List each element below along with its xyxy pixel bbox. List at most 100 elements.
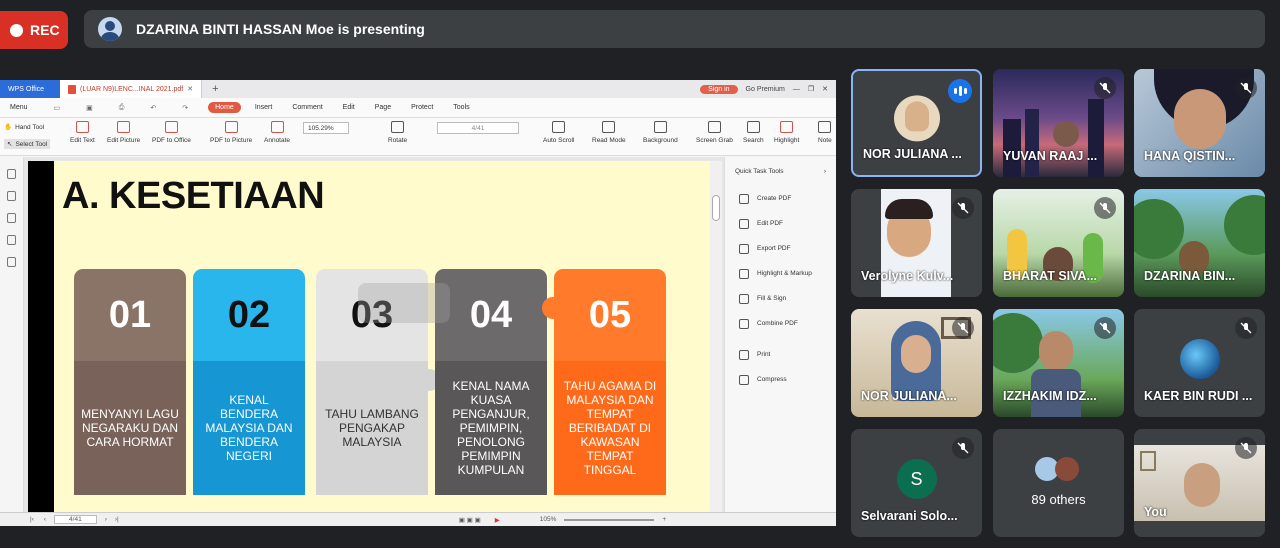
scrollbar-thumb[interactable] xyxy=(712,195,720,221)
hand-tool-button[interactable]: ✋ Hand Tool xyxy=(4,123,44,132)
participant-tile[interactable]: BHARAT SIVA... xyxy=(993,189,1124,297)
screen-grab-button[interactable]: Screen Grab xyxy=(696,121,733,144)
presenter-avatar xyxy=(98,17,122,41)
participant-tile[interactable]: S Selvarani Solo... xyxy=(851,429,982,537)
open-icon[interactable]: ▭ xyxy=(44,104,71,112)
play-icon[interactable]: ▶ xyxy=(495,516,500,524)
presenting-banner: DZARINA BINTI HASSAN Moe is presenting xyxy=(84,10,1265,48)
sign-in-button[interactable]: Sign in xyxy=(700,84,738,94)
participant-tile[interactable]: Verolyne Kulv... xyxy=(851,189,982,297)
zoom-input[interactable]: 105.29% xyxy=(303,122,349,134)
document-area: A. KESETIAAN 01 MENYANYI LAGU NEGARAKU D… xyxy=(0,157,836,512)
close-window-icon[interactable]: ✕ xyxy=(822,85,828,93)
read-mode-button[interactable]: Read Mode xyxy=(592,121,626,144)
pdf-to-picture-icon xyxy=(224,121,238,133)
participant-tile[interactable]: NOR JULIANA ... xyxy=(851,69,982,177)
pdf-to-office-label: PDF to Office xyxy=(152,137,191,144)
building-shape xyxy=(1025,109,1039,177)
recording-indicator[interactable]: REC xyxy=(0,11,68,49)
background-button[interactable]: Background xyxy=(643,121,678,144)
wall-frame xyxy=(1140,451,1156,471)
first-page-icon[interactable]: |‹ xyxy=(30,516,34,523)
annotation-icon[interactable] xyxy=(7,235,16,245)
highlight-markup-item[interactable]: Highlight & Markup xyxy=(725,261,836,286)
menu-protect[interactable]: Protect xyxy=(401,104,443,111)
participant-tile[interactable]: YUVAN RAAJ ... xyxy=(993,69,1124,177)
vertical-scrollbar[interactable] xyxy=(710,161,722,512)
edit-pdf-item[interactable]: Edit PDF xyxy=(725,211,836,236)
export-pdf-icon xyxy=(739,243,749,254)
auto-scroll-icon xyxy=(552,121,566,133)
document-tab[interactable]: (LUAR N9)LENC...INAL 2021.pdf ✕ xyxy=(60,80,203,98)
layers-icon[interactable] xyxy=(7,257,16,267)
close-tab-icon[interactable]: ✕ xyxy=(187,85,193,93)
last-page-icon[interactable]: ›| xyxy=(115,516,119,523)
collapse-panel-icon[interactable]: › xyxy=(824,168,826,175)
zoom-in-icon[interactable]: + xyxy=(662,516,666,523)
go-premium-button[interactable]: Go Premium xyxy=(746,86,785,93)
view-mode-icons[interactable]: ▣ ▣ ▣ xyxy=(459,516,481,524)
menu-home[interactable]: Home xyxy=(208,102,241,113)
select-tool-button[interactable]: ↖ Select Tool xyxy=(4,139,51,149)
quick-task-tools-panel: Quick Task Tools › Create PDF Edit PDF Ex… xyxy=(724,157,836,512)
zoom-slider[interactable] xyxy=(564,518,655,521)
annotate-icon xyxy=(270,121,284,133)
document-tab-label: (LUAR N9)LENC...INAL 2021.pdf xyxy=(80,85,184,93)
note-button[interactable]: Note xyxy=(818,121,832,144)
print-item[interactable]: Print xyxy=(725,342,836,367)
print-icon[interactable]: ⎙ xyxy=(109,104,135,112)
muted-mic-icon xyxy=(952,437,974,459)
annotate-button[interactable]: Annotate xyxy=(264,121,290,144)
participant-tile[interactable]: NOR JULIANA... xyxy=(851,309,982,417)
menu-page[interactable]: Page xyxy=(365,104,401,111)
wps-office-tab[interactable]: WPS Office xyxy=(0,80,60,98)
participant-name: KAER BIN RUDI ... xyxy=(1144,389,1253,403)
undo-icon[interactable]: ↶ xyxy=(140,104,166,112)
participant-name: NOR JULIANA... xyxy=(861,389,957,403)
attachment-icon[interactable] xyxy=(7,213,16,223)
cursor-icon: ↖ xyxy=(7,141,13,148)
menu-tools[interactable]: Tools xyxy=(443,104,479,111)
participant-tile[interactable]: KAER BIN RUDI ... xyxy=(1134,309,1265,417)
highlight-button[interactable]: Highlight xyxy=(774,121,799,144)
restore-icon[interactable]: ❐ xyxy=(808,85,814,93)
new-tab-button[interactable]: + xyxy=(202,83,228,95)
menu-insert[interactable]: Insert xyxy=(245,104,283,111)
menu-button[interactable]: Menu xyxy=(0,104,38,111)
self-tile[interactable]: You xyxy=(1134,429,1265,537)
participant-name: IZZHAKIM IDZ... xyxy=(1003,389,1097,403)
participant-tile[interactable]: DZARINA BIN... xyxy=(1134,189,1265,297)
fill-sign-item[interactable]: Fill & Sign xyxy=(725,286,836,311)
puzzle-piece-02: 02 KENAL BENDERA MALAYSIA DAN BENDERA NE… xyxy=(193,269,305,495)
page-number-input[interactable]: 4/41 xyxy=(437,122,519,134)
print-icon xyxy=(739,349,749,360)
pdf-to-picture-button[interactable]: PDF to Picture xyxy=(210,121,252,144)
save-icon[interactable]: ▣ xyxy=(76,104,103,112)
menu-comment[interactable]: Comment xyxy=(282,104,332,111)
auto-scroll-button[interactable]: Auto Scroll xyxy=(543,121,574,144)
participant-tile[interactable]: HANA QISTIN... xyxy=(1134,69,1265,177)
participant-tile[interactable]: IZZHAKIM IDZ... xyxy=(993,309,1124,417)
pdf-to-office-button[interactable]: PDF to Office xyxy=(152,121,191,144)
redo-icon[interactable]: ↷ xyxy=(172,104,198,112)
menu-edit[interactable]: Edit xyxy=(333,104,365,111)
thumbnail-icon[interactable] xyxy=(7,191,16,201)
read-mode-icon xyxy=(602,121,616,133)
others-tile[interactable]: 89 others xyxy=(993,429,1124,537)
participant-name: Verolyne Kulv... xyxy=(861,269,954,283)
create-pdf-item[interactable]: Create PDF xyxy=(725,186,836,211)
combine-pdf-item[interactable]: Combine PDF xyxy=(725,311,836,336)
auto-scroll-label: Auto Scroll xyxy=(543,137,575,144)
edit-text-button[interactable]: Edit Text xyxy=(70,121,95,144)
edit-picture-button[interactable]: Edit Picture xyxy=(107,121,140,144)
minimize-icon[interactable]: — xyxy=(793,86,800,93)
rotate-button[interactable]: Rotate xyxy=(388,121,407,144)
compress-item[interactable]: Compress xyxy=(725,367,836,392)
prev-page-icon[interactable]: ‹ xyxy=(44,516,46,523)
participant-avatar xyxy=(1179,339,1220,379)
export-pdf-item[interactable]: Export PDF xyxy=(725,236,836,261)
status-page-input[interactable]: 4/41 xyxy=(54,515,97,524)
next-page-icon[interactable]: › xyxy=(105,516,107,523)
search-button[interactable]: Search xyxy=(743,121,764,144)
bookmark-icon[interactable] xyxy=(7,169,16,179)
